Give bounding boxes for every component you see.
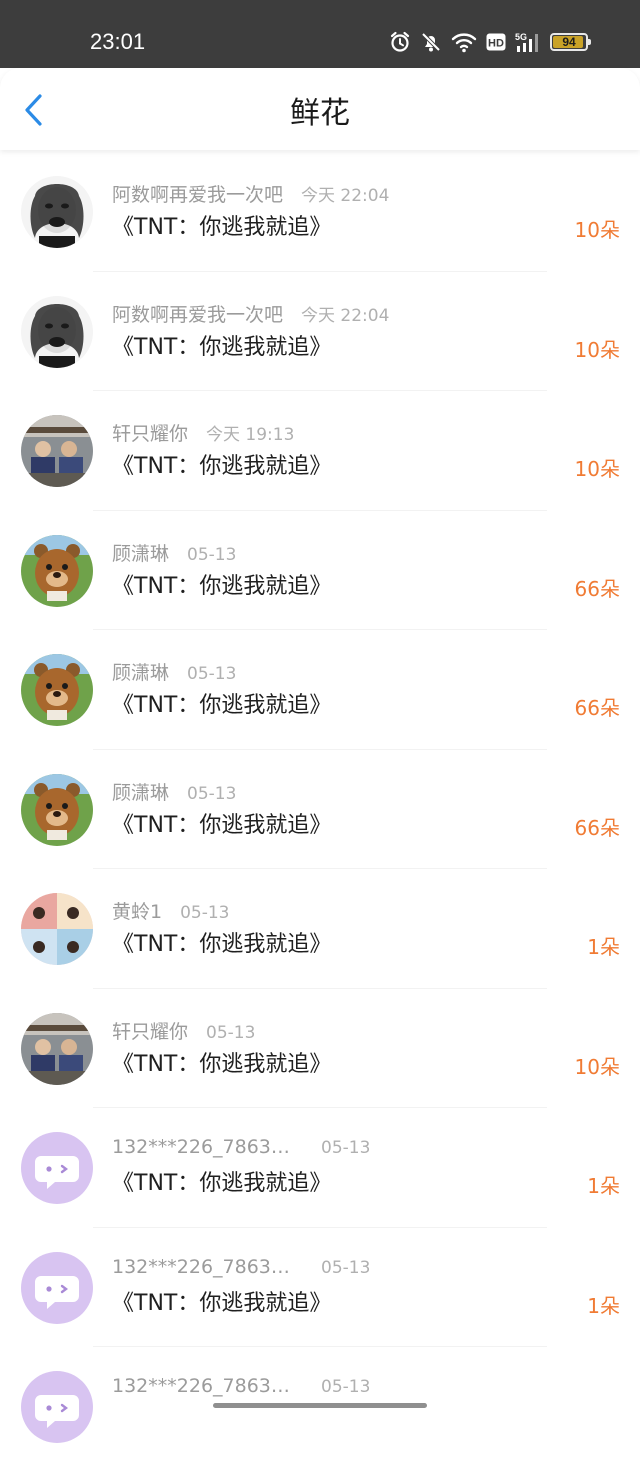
book-title: 《TNT：你逃我就追》 (112, 1171, 332, 1196)
book-title: 《TNT：你逃我就追》 (112, 215, 332, 240)
list-item[interactable]: 132***226_78631... 05-13 《TNT：你逃我就追》 1朵 (0, 1228, 640, 1347)
item-meta: 黄蛉1 05-13 (112, 897, 230, 923)
list-item[interactable]: 阿数啊再爱我一次吧 今天 22:04 《TNT：你逃我就追》 10朵 (0, 152, 640, 272)
send-time: 05-13 (180, 903, 230, 923)
sender-name: 阿数啊再爱我一次吧 (112, 184, 284, 206)
sender-name: 132***226_78631... (112, 1375, 296, 1397)
header-bar: 鲜花 (0, 68, 640, 150)
book-title: 《TNT：你逃我就追》 (112, 693, 332, 718)
gift-list: 阿数啊再爱我一次吧 今天 22:04 《TNT：你逃我就追》 10朵 阿数啊再爱… (0, 152, 640, 1467)
list-item[interactable]: 132***226_78631... 05-13 《TNT：你逃我就追》 1朵 (0, 1108, 640, 1228)
item-meta: 阿数啊再爱我一次吧 今天 22:04 (112, 300, 389, 326)
flower-count: 66朵 (574, 815, 620, 840)
sender-name: 阿数啊再爱我一次吧 (112, 303, 284, 326)
signal-5g-icon: 5G (515, 31, 541, 53)
list-item[interactable]: 顾潇琳 05-13 《TNT：你逃我就追》 66朵 (0, 511, 640, 630)
default-chat-avatar (21, 1251, 93, 1324)
book-title: 《TNT：你逃我就追》 (112, 454, 332, 479)
home-indicator[interactable] (213, 1403, 427, 1408)
item-meta: 顾潇琳 05-13 (112, 658, 236, 684)
list-item[interactable]: 阿数啊再爱我一次吧 今天 22:04 《TNT：你逃我就追》 10朵 (0, 272, 640, 391)
book-title: 《TNT：你逃我就追》 (112, 1051, 332, 1077)
flower-count: 1朵 (587, 935, 620, 959)
sender-name: 132***226_78631... (112, 1255, 296, 1278)
alarm-icon (389, 31, 411, 53)
page-title: 鲜花 (290, 96, 350, 131)
status-bar: 23:01 HD 5G 94 (0, 0, 640, 68)
hd-icon: HD (486, 33, 506, 51)
sender-name: 顾潇琳 (112, 662, 170, 684)
flower-count: 66朵 (574, 696, 620, 720)
send-time: 05-13 (321, 1138, 371, 1158)
wifi-icon (451, 31, 477, 53)
book-title: 《TNT：你逃我就追》 (112, 334, 332, 360)
book-title: 《TNT：你逃我就追》 (112, 932, 332, 957)
list-item[interactable]: 轩只耀你 05-13 《TNT：你逃我就追》 10朵 (0, 989, 640, 1108)
list-item[interactable]: 顾潇琳 05-13 《TNT：你逃我就追》 66朵 (0, 750, 640, 869)
bear-cartoon-avatar (21, 654, 93, 726)
list-item[interactable]: 黄蛉1 05-13 《TNT：你逃我就追》 1朵 (0, 869, 640, 989)
item-meta: 顾潇琳 05-13 (112, 778, 236, 804)
item-meta: 132***226_78631... 05-13 (112, 1375, 370, 1401)
item-meta: 顾潇琳 05-13 (112, 539, 236, 565)
send-time: 今天 22:04 (301, 305, 390, 326)
sender-name: 132***226_78631... (112, 1136, 296, 1158)
item-meta: 轩只耀你 05-13 (112, 1017, 255, 1043)
default-chat-avatar (21, 1371, 93, 1443)
list-item[interactable]: 轩只耀你 今天 19:13 《TNT：你逃我就追》 10朵 (0, 391, 640, 511)
item-meta: 轩只耀你 今天 19:13 (112, 419, 294, 445)
status-icons: HD 5G 94 (389, 30, 591, 54)
bear-cartoon-avatar (21, 534, 93, 607)
send-time: 05-13 (321, 1377, 371, 1397)
battery-level: 94 (562, 35, 576, 49)
sender-name: 顾潇琳 (112, 542, 170, 565)
flower-count: 10朵 (574, 337, 620, 362)
bear-cartoon-avatar (21, 773, 93, 846)
sender-name: 顾潇琳 (112, 781, 170, 804)
send-time: 05-13 (321, 1257, 371, 1278)
do-not-disturb-icon (420, 31, 442, 53)
sender-name: 黄蛉1 (112, 901, 163, 923)
group-photo-avatar (21, 1012, 93, 1085)
meme-face-avatar (21, 295, 93, 368)
network-label: 5G (515, 32, 527, 42)
sender-name: 轩只耀你 (112, 423, 189, 445)
send-time: 今天 22:04 (301, 186, 390, 206)
flower-count: 10朵 (574, 457, 620, 481)
book-title: 《TNT：你逃我就追》 (112, 573, 332, 599)
send-time: 今天 19:13 (206, 425, 295, 445)
status-time: 23:01 (90, 29, 146, 54)
meme-face-avatar (21, 176, 93, 248)
send-time: 05-13 (187, 544, 237, 565)
send-time: 05-13 (206, 1022, 256, 1043)
send-time: 05-13 (187, 664, 237, 684)
book-title: 《TNT：你逃我就追》 (112, 1290, 332, 1316)
send-time: 05-13 (187, 783, 237, 804)
battery-icon: 94 (550, 33, 591, 51)
hd-label: HD (488, 38, 504, 50)
flower-count: 66朵 (574, 576, 620, 601)
list-item[interactable]: 顾潇琳 05-13 《TNT：你逃我就追》 66朵 (0, 630, 640, 750)
book-title: 《TNT：你逃我就追》 (112, 812, 332, 838)
sender-name: 轩只耀你 (112, 1020, 189, 1043)
item-meta: 132***226_78631... 05-13 (112, 1136, 370, 1162)
flower-count: 1朵 (587, 1174, 620, 1198)
group-photo-avatar (21, 415, 93, 487)
flower-count: 10朵 (574, 218, 620, 242)
flower-count: 1朵 (587, 1293, 620, 1318)
flower-count: 10朵 (574, 1054, 620, 1079)
default-chat-avatar (21, 1132, 93, 1204)
item-meta: 阿数啊再爱我一次吧 今天 22:04 (112, 180, 389, 206)
item-meta: 132***226_78631... 05-13 (112, 1256, 370, 1282)
collage-avatar (21, 893, 93, 965)
